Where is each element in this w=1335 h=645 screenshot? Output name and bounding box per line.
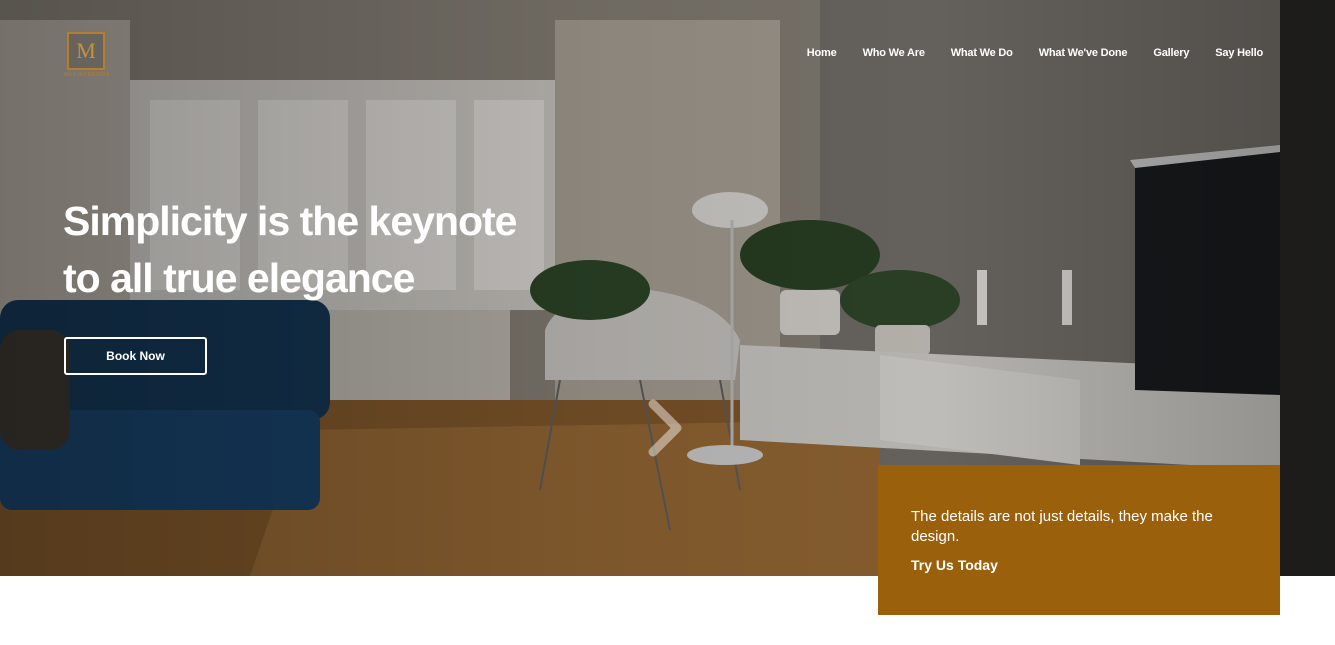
try-us-today-link[interactable]: Try Us Today: [911, 557, 1247, 573]
hero-headline: Simplicity is the keynote to all true el…: [63, 193, 583, 307]
nav-item-say-hello[interactable]: Say Hello: [1215, 47, 1263, 59]
chevron-right-icon[interactable]: [645, 398, 685, 458]
logo-text: MAS INTERIORS: [64, 72, 110, 78]
nav-item-who-we-are[interactable]: Who We Are: [863, 47, 925, 59]
hero-headline-line2: to all true elegance: [63, 255, 415, 301]
nav-item-what-weve-done[interactable]: What We've Done: [1039, 47, 1128, 59]
promo-text: The details are not just details, they m…: [911, 508, 1213, 545]
main-nav: Home Who We Are What We Do What We've Do…: [807, 47, 1263, 59]
hero-headline-line1: Simplicity is the keynote: [63, 198, 517, 244]
logo-mark: M: [67, 32, 105, 70]
nav-item-gallery[interactable]: Gallery: [1153, 47, 1189, 59]
promo-box: The details are not just details, they m…: [878, 465, 1280, 615]
nav-item-home[interactable]: Home: [807, 47, 837, 59]
nav-item-what-we-do[interactable]: What We Do: [951, 47, 1013, 59]
book-now-button[interactable]: Book Now: [64, 337, 207, 375]
brand-logo[interactable]: M MAS INTERIORS: [64, 32, 110, 78]
